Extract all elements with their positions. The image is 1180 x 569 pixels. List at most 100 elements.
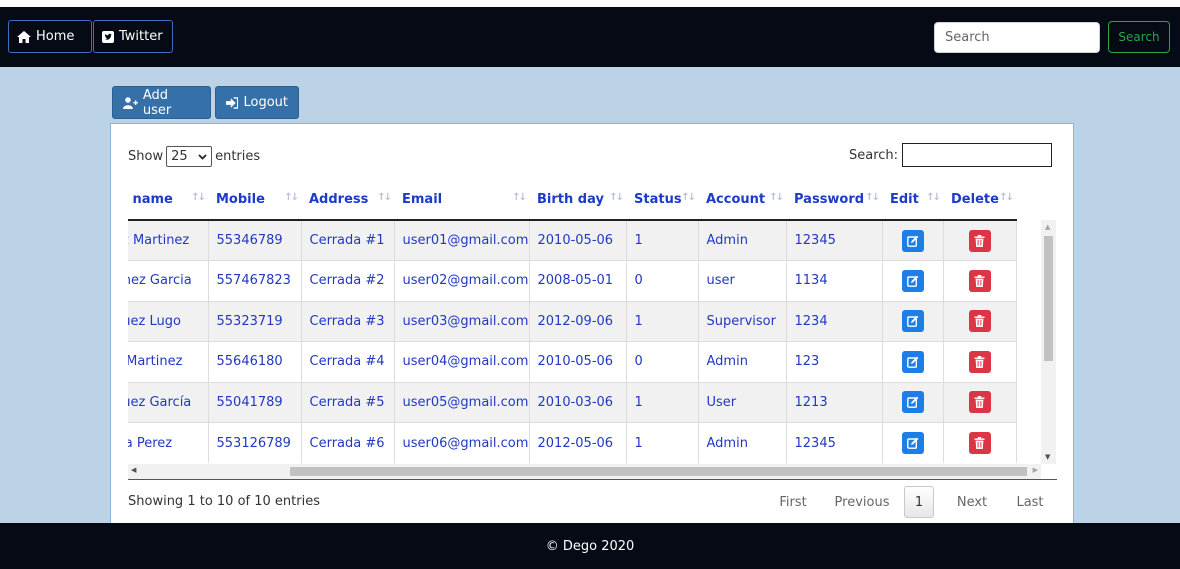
cell-password: 12345: [786, 219, 883, 261]
edit-icon: [906, 275, 918, 287]
logout-label: Logout: [243, 95, 288, 110]
home-icon: [17, 30, 31, 43]
cell-email: user06@gmail.com: [394, 422, 530, 463]
col-delete[interactable]: Delete ↑↓: [943, 180, 1016, 221]
add-user-button[interactable]: Add user: [112, 86, 211, 119]
col-edit[interactable]: Edit ↑↓: [882, 180, 943, 221]
table-search-input[interactable]: [902, 143, 1053, 167]
edit-button[interactable]: [901, 432, 924, 454]
col-status[interactable]: Status ↑↓: [626, 180, 698, 221]
table-bottom-border: [128, 479, 1057, 480]
cell-delete: [943, 341, 1017, 382]
col-account[interactable]: Account ↑↓: [698, 180, 786, 221]
page-length-select[interactable]: 25: [166, 146, 213, 167]
col-name[interactable]: st name↑↓: [128, 180, 208, 221]
horizontal-scrollbar[interactable]: ◀ ▶: [128, 464, 1041, 479]
cell-account: Admin: [698, 422, 787, 463]
sign-out-icon: [226, 96, 239, 109]
cell-mobile: 55346789: [208, 219, 302, 261]
table-row: a Martinez55646180Cerrada #4user04@gmail…: [128, 341, 1017, 382]
cell-status: 0: [626, 260, 699, 301]
cell-name: cia Perez: [128, 422, 209, 463]
pagination-current-page[interactable]: 1: [904, 486, 934, 518]
edit-icon: [906, 235, 918, 247]
cell-edit: [882, 219, 944, 261]
delete-button[interactable]: [968, 432, 991, 454]
chevron-down-icon: [198, 153, 207, 160]
sort-icon: ↑↓: [865, 192, 880, 203]
cell-password: 123: [786, 341, 883, 382]
cell-status: 1: [626, 422, 699, 463]
pagination-previous[interactable]: Previous: [835, 486, 890, 518]
sort-icon: ↑↓: [926, 192, 941, 203]
logout-button[interactable]: Logout: [215, 86, 299, 119]
cell-birthday: 2012-09-06: [529, 300, 627, 342]
cell-email: user05@gmail.com: [394, 381, 530, 423]
show-label: Show: [128, 149, 164, 164]
table-header-row: st name↑↓ Mobile↑↓ Address↑↓ Email↑↓ Bir…: [128, 180, 1016, 221]
scroll-down-arrow-icon[interactable]: ▼: [1045, 453, 1050, 461]
sort-icon: ↑↓: [769, 192, 784, 203]
table-body: ez Martinez55346789Cerrada #1user01@gmai…: [128, 219, 1017, 463]
cell-address: Cerrada #6: [301, 422, 395, 463]
cell-birthday: 2008-05-01: [529, 260, 627, 301]
edit-button[interactable]: [901, 310, 924, 333]
page-length-control: Show 25 entries: [128, 146, 260, 167]
horizontal-scroll-thumb[interactable]: [290, 467, 1027, 476]
cell-account: Admin: [698, 219, 787, 261]
edit-icon: [906, 315, 918, 328]
cell-address: Cerrada #1: [301, 219, 395, 261]
cell-edit: [882, 381, 944, 423]
vertical-scrollbar[interactable]: ▲ ▼: [1041, 220, 1056, 464]
home-button[interactable]: Home: [8, 20, 92, 53]
nav-search-input[interactable]: [934, 22, 1100, 53]
pagination-first[interactable]: First: [778, 486, 808, 518]
cell-delete: [943, 219, 1017, 261]
page-footer: © Dego 2020: [0, 523, 1180, 569]
table-row: quez Lugo55323719Cerrada #3user03@gmail.…: [128, 300, 1017, 342]
sort-icon: ↑↓: [681, 192, 696, 203]
entries-label: entries: [215, 149, 261, 164]
delete-button[interactable]: [968, 350, 991, 373]
delete-button[interactable]: [968, 310, 991, 333]
edit-button[interactable]: [901, 269, 924, 292]
cell-address: Cerrada #5: [301, 381, 395, 423]
trash-icon: [974, 234, 985, 247]
table-row: ez Martinez55346789Cerrada #1user01@gmai…: [128, 219, 1017, 261]
sort-icon: ↑↓: [999, 192, 1014, 203]
cell-birthday: 2010-03-06: [529, 381, 627, 423]
trash-icon: [974, 437, 985, 449]
col-address[interactable]: Address ↑↓: [301, 180, 394, 221]
cell-delete: [943, 260, 1017, 301]
pagination-last[interactable]: Last: [1015, 486, 1045, 518]
scroll-right-arrow-icon[interactable]: ▶: [1033, 466, 1038, 474]
edit-button[interactable]: [901, 350, 924, 373]
cell-mobile: 55646180: [208, 341, 302, 382]
pagination-next[interactable]: Next: [955, 486, 989, 518]
col-email[interactable]: Email ↑↓: [394, 180, 529, 221]
col-birthday[interactable]: Birth day ↑↓: [529, 180, 626, 221]
scroll-left-arrow-icon[interactable]: ◀: [131, 466, 136, 474]
delete-button[interactable]: [968, 269, 991, 292]
scroll-up-arrow-icon[interactable]: ▲: [1045, 223, 1050, 231]
vertical-scroll-thumb[interactable]: [1044, 236, 1053, 361]
edit-button[interactable]: [901, 391, 924, 414]
trash-icon: [974, 274, 985, 287]
col-password[interactable]: Password ↑↓: [786, 180, 882, 221]
delete-button[interactable]: [968, 391, 991, 414]
delete-button[interactable]: [968, 229, 991, 252]
cell-address: Cerrada #3: [301, 300, 395, 342]
col-mobile[interactable]: Mobile ↑↓: [208, 180, 301, 221]
nav-search-button[interactable]: Search: [1108, 21, 1170, 53]
cell-delete: [943, 300, 1017, 342]
sort-icon: ↑↓: [609, 192, 624, 203]
add-user-label: Add user: [142, 87, 172, 118]
sort-icon: ↑↓: [377, 192, 392, 203]
twitter-button[interactable]: Twitter: [93, 20, 173, 53]
page-length-value: 25: [171, 149, 188, 164]
edit-icon: [906, 437, 918, 449]
cell-account: Supervisor: [698, 300, 787, 342]
cell-status: 1: [626, 381, 699, 423]
cell-name: ez Martinez: [128, 219, 209, 261]
edit-button[interactable]: [901, 229, 924, 252]
